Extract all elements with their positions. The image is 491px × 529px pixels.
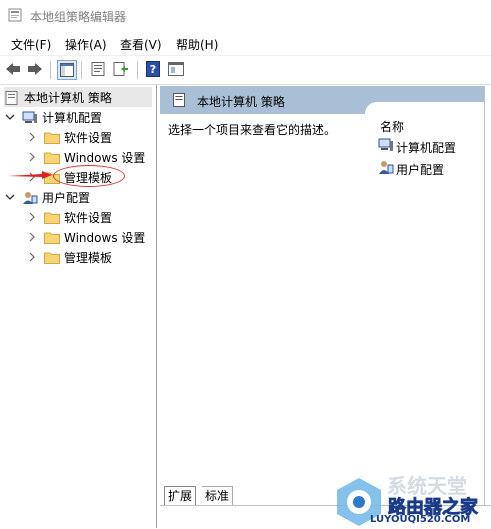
console-tree-icon[interactable] — [57, 60, 77, 80]
column-header-name[interactable]: 名称 — [380, 118, 404, 135]
policy-doc-icon — [4, 90, 20, 105]
menu-action[interactable]: 操作(A) — [65, 36, 107, 53]
export-list-icon[interactable] — [112, 60, 130, 78]
view-icon[interactable] — [167, 60, 185, 78]
annotation-arrow — [8, 168, 52, 185]
chevron-down-icon[interactable] — [4, 111, 16, 123]
tree-item-user-config[interactable]: 用户配置 — [4, 187, 90, 207]
tab-extended[interactable]: 扩展 — [164, 486, 197, 505]
app-icon — [8, 8, 22, 22]
help-icon[interactable]: ? — [144, 60, 162, 78]
tree-item-computer-config[interactable]: 计算机配置 — [4, 107, 102, 127]
user-icon — [378, 160, 394, 178]
watermark-site: LUYOUQI520.COM — [370, 514, 471, 525]
chevron-down-icon[interactable] — [4, 191, 16, 203]
policy-doc-icon — [172, 93, 186, 110]
computer-icon — [22, 111, 38, 124]
svg-text:?: ? — [150, 63, 156, 76]
view-tabs: 扩展 标准 — [160, 484, 360, 508]
folder-icon — [44, 251, 60, 264]
tree-item-software-settings[interactable]: 软件设置 — [26, 207, 112, 227]
tree-item-label: 管理模板 — [64, 250, 113, 265]
toolbar-separator — [137, 61, 138, 79]
chevron-right-icon[interactable] — [26, 151, 38, 163]
menu-bar: 文件(F) 操作(A) 查看(V) 帮助(H) — [0, 32, 491, 54]
tree-item-admin-templates[interactable]: 管理模板 — [26, 247, 112, 267]
title-bar: 本地组策略编辑器 — [0, 0, 491, 30]
chevron-right-icon[interactable] — [26, 251, 38, 263]
properties-icon[interactable] — [89, 60, 107, 78]
details-header-title: 本地计算机 策略 — [197, 95, 285, 109]
window-title: 本地组策略编辑器 — [30, 10, 127, 24]
description-text: 选择一个项目来查看它的描述。 — [168, 123, 337, 137]
tree-root-label: 本地计算机 策略 — [24, 90, 112, 105]
computer-icon — [378, 138, 394, 156]
watermark: 系统天堂 路由器之家 LUYOUQI520.COM — [333, 470, 491, 528]
tree-root[interactable]: 本地计算机 策略 — [4, 87, 152, 107]
pane-border — [484, 86, 485, 506]
chevron-right-icon[interactable] — [26, 211, 38, 223]
tree-item-label: 软件设置 — [64, 130, 113, 145]
tree-item-label: Windows 设置 — [64, 150, 146, 165]
tree-item-label: 计算机配置 — [42, 110, 103, 125]
menu-view[interactable]: 查看(V) — [120, 36, 162, 53]
back-icon[interactable] — [4, 60, 22, 78]
console-tree: 本地计算机 策略 计算机配置 软件设置 Windows 设置 管理模板 用户配置… — [0, 85, 157, 528]
list-item-user-config[interactable]: 用户配置 — [378, 160, 444, 178]
tree-item-software-settings[interactable]: 软件设置 — [26, 127, 112, 147]
tree-item-label: Windows 设置 — [64, 230, 146, 245]
chevron-right-icon[interactable] — [26, 231, 38, 243]
folder-icon — [44, 211, 60, 224]
folder-icon — [44, 131, 60, 144]
chevron-right-icon[interactable] — [26, 131, 38, 143]
folder-icon — [44, 231, 60, 244]
folder-icon — [44, 151, 60, 164]
tree-item-windows-settings[interactable]: Windows 设置 — [26, 227, 145, 247]
menu-file[interactable]: 文件(F) — [11, 36, 51, 53]
annotation-ellipse — [53, 165, 125, 187]
tree-item-windows-settings[interactable]: Windows 设置 — [26, 147, 145, 167]
tree-item-label: 用户配置 — [42, 190, 91, 205]
toolbar-separator — [50, 61, 51, 79]
toolbar: ? — [0, 55, 491, 84]
list-item-label: 计算机配置 — [396, 140, 457, 155]
list-item-label: 用户配置 — [396, 162, 445, 177]
list-item-computer-config[interactable]: 计算机配置 — [378, 138, 456, 156]
header-notch — [365, 102, 485, 114]
forward-icon[interactable] — [26, 60, 44, 78]
toolbar-separator — [81, 61, 82, 79]
user-icon — [22, 191, 38, 204]
menu-help[interactable]: 帮助(H) — [176, 36, 218, 53]
tab-standard[interactable]: 标准 — [202, 486, 234, 505]
tree-item-label: 软件设置 — [64, 210, 113, 225]
